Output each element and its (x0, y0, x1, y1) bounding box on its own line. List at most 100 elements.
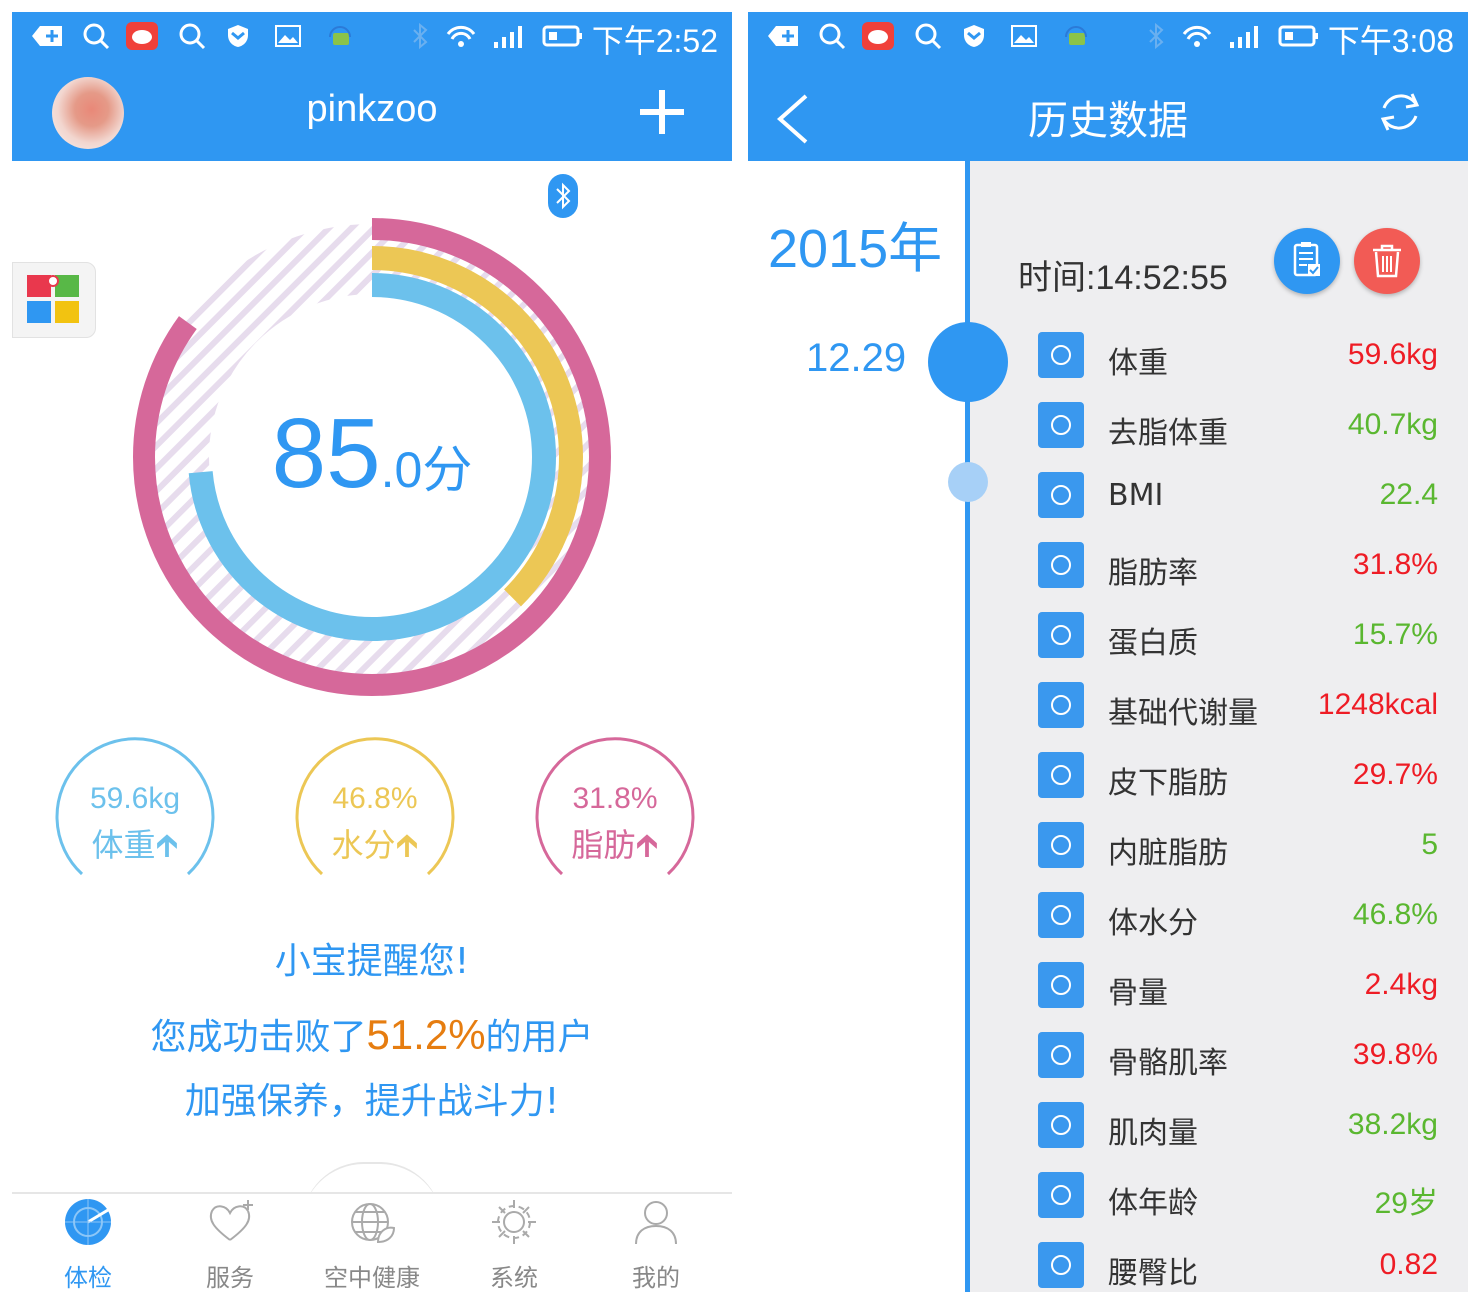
fat-value: 31.8% (572, 782, 658, 815)
metric-value: 5 (1421, 828, 1438, 861)
gallery-icon (272, 22, 304, 50)
spine-icon (1038, 402, 1084, 448)
shield-icon (958, 22, 990, 50)
timeline-node-selected[interactable] (928, 322, 1008, 402)
delete-button[interactable] (1354, 228, 1420, 294)
metric-name: 骨骼肌率 (1108, 1046, 1228, 1081)
gear-icon (492, 1200, 536, 1244)
fat-label: 脂肪🡱 (571, 826, 659, 864)
metric-row[interactable]: 皮下脂肪 29.7% (1038, 742, 1438, 812)
recycle-icon (1038, 682, 1084, 728)
report-icon (1293, 242, 1320, 277)
weight-value: 59.6kg (89, 782, 181, 815)
battery-icon (1278, 22, 1320, 50)
profile-name[interactable]: pinkzoo (12, 88, 732, 131)
metric-row[interactable]: 去脂体重 40.7kg (1038, 392, 1438, 462)
arrow-up-icon: 🡱 (155, 826, 179, 864)
metric-value: 0.82 (1379, 1248, 1438, 1281)
metric-row[interactable]: 内脏脂肪 5 (1038, 812, 1438, 882)
app-bar: 历史数据 (748, 60, 1468, 161)
shield-icon (222, 22, 254, 50)
dna-icon (1038, 612, 1084, 658)
search-icon (80, 22, 112, 50)
bone-icon (1038, 962, 1084, 1008)
water-gauge[interactable]: 46.8% 水分🡱 (290, 734, 460, 904)
muscle-arm-icon (1038, 1102, 1084, 1148)
bluetooth-icon (1140, 22, 1172, 50)
weight-gauge[interactable]: 59.6kg 体重🡱 (50, 734, 220, 904)
arrow-up-icon: 🡱 (635, 826, 659, 864)
metric-name: BMI (1108, 478, 1164, 513)
metric-row[interactable]: BMI 22.4 (1038, 462, 1438, 532)
leg-bone-icon (1038, 1032, 1084, 1078)
tab-checkup[interactable]: 体检 (16, 1198, 160, 1292)
bluetooth-icon (404, 22, 436, 50)
metric-value: 15.7% (1352, 618, 1438, 651)
battery-icon (542, 22, 584, 50)
metric-name: 皮下脂肪 (1108, 766, 1228, 801)
weight-label: 体重🡱 (91, 826, 179, 864)
date-label[interactable]: 12.29 (806, 336, 906, 381)
add-user-button[interactable] (640, 90, 684, 134)
metric-row[interactable]: 体水分 46.8% (1038, 882, 1438, 952)
metric-row[interactable]: 骨骼肌率 39.8% (1038, 1022, 1438, 1092)
refresh-icon[interactable] (1376, 88, 1424, 136)
search-icon (816, 22, 848, 50)
signal-icon (444, 22, 534, 50)
weibo-icon (126, 22, 158, 50)
metric-row[interactable]: 体重 59.6kg (1038, 322, 1438, 392)
gallery-icon (1008, 22, 1040, 50)
bluetooth-icon[interactable] (548, 174, 578, 218)
globe-leaf-icon (351, 1203, 396, 1244)
search-icon (912, 22, 944, 50)
status-time: 下午2:52 (591, 23, 718, 59)
metric-value: 29岁 (1374, 1187, 1438, 1220)
ruler-icon (1038, 472, 1084, 518)
app-bar: pinkzoo (12, 60, 732, 161)
metric-name: 脂肪率 (1108, 556, 1198, 591)
metric-row[interactable]: 体年龄 29岁 (1038, 1162, 1438, 1232)
metric-name: 内脏脂肪 (1108, 836, 1228, 871)
metric-value: 31.8% (1352, 548, 1438, 581)
metric-value: 59.6kg (1347, 338, 1438, 371)
metric-name: 体水分 (1108, 906, 1198, 941)
timeline-node[interactable] (948, 462, 988, 502)
metric-value: 39.8% (1352, 1038, 1438, 1071)
tab-air-health[interactable]: 空中健康 (300, 1198, 444, 1292)
tab-mine[interactable]: 我的 (584, 1198, 728, 1292)
user-icon (635, 1201, 677, 1245)
reminder-encourage: 加强保养，提升战斗力! (184, 1081, 560, 1122)
health-score: 85.0分 (271, 398, 473, 508)
app-launcher-icon[interactable] (12, 262, 96, 338)
metric-name: 骨量 (1108, 976, 1168, 1011)
organ-icon (1038, 822, 1084, 868)
water-label: 水分🡱 (331, 826, 419, 864)
fat-gauge[interactable]: 31.8% 脂肪🡱 (530, 734, 700, 904)
waist-icon (1038, 1242, 1084, 1288)
arrow-up-icon: 🡱 (395, 826, 419, 864)
metric-value: 40.7kg (1347, 408, 1438, 441)
tab-system[interactable]: 系统 (442, 1198, 586, 1292)
add-notification-icon (30, 22, 62, 50)
search-icon (176, 22, 208, 50)
metric-row[interactable]: 腰臀比 0.82 (1038, 1232, 1438, 1292)
page-title: 历史数据 (1028, 99, 1188, 143)
metric-name: 肌肉量 (1108, 1116, 1198, 1151)
timeline-column (748, 161, 968, 1292)
metric-row[interactable]: 基础代谢量 1248kcal (1038, 672, 1438, 742)
metric-row[interactable]: 脂肪率 31.8% (1038, 532, 1438, 602)
metric-name: 体年龄 (1108, 1186, 1198, 1221)
report-button[interactable] (1274, 228, 1340, 294)
status-time: 下午3:08 (1327, 23, 1454, 59)
status-bar: 下午2:52 (12, 12, 732, 60)
metric-row[interactable]: 肌肉量 38.2kg (1038, 1092, 1438, 1162)
percent-icon (1038, 752, 1084, 798)
metric-value: 2.4kg (1364, 968, 1438, 1001)
metric-row[interactable]: 蛋白质 15.7% (1038, 602, 1438, 672)
reminder-message: 您成功击败了51.2%的用户 (150, 1011, 594, 1058)
metric-row[interactable]: 骨量 2.4kg (1038, 952, 1438, 1022)
metric-value: 38.2kg (1347, 1108, 1438, 1141)
tab-services[interactable]: 服务 (158, 1198, 302, 1292)
status-bar: 下午3:08 (748, 12, 1468, 60)
metric-value: 22.4 (1379, 478, 1438, 511)
